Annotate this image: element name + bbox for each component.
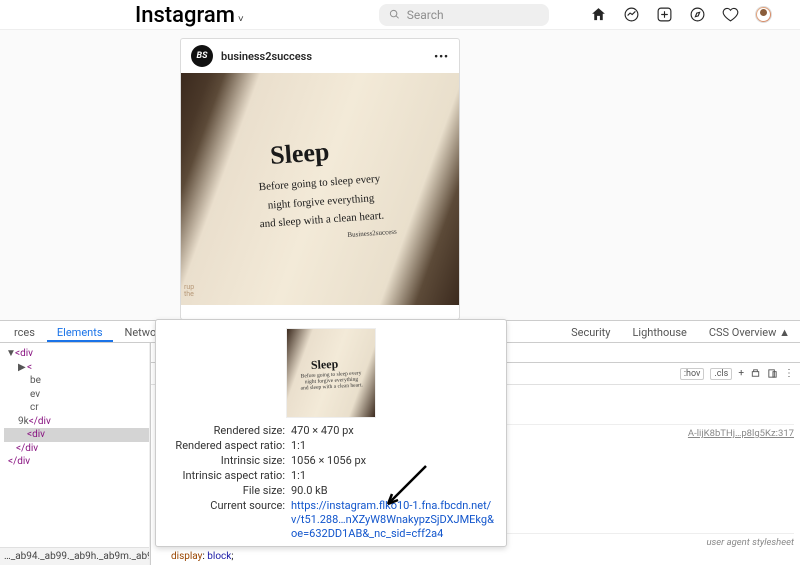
- image-edge-text: rupthe: [184, 284, 194, 299]
- tooltip-value: 1:1: [291, 469, 496, 482]
- new-style-icon[interactable]: +: [738, 368, 744, 379]
- tooltip-label: Rendered size:: [166, 424, 291, 437]
- tooltip-value: 90.0 kB: [291, 484, 496, 497]
- expand-icon[interactable]: ⋮: [784, 368, 794, 379]
- tooltip-label: Rendered aspect ratio:: [166, 439, 291, 452]
- post-card: BS business2success ••• Sleep Before goi…: [180, 38, 460, 320]
- image-text-credit: Business2success: [347, 228, 397, 239]
- device-icon[interactable]: [767, 368, 778, 379]
- tooltip-label: Intrinsic size:: [166, 454, 291, 467]
- tab-css-overview[interactable]: CSS Overview ▲: [699, 323, 800, 342]
- tab-elements[interactable]: Elements: [47, 323, 113, 342]
- tooltip-label: File size:: [166, 484, 291, 497]
- tooltip-label: Current source:: [166, 499, 291, 540]
- chevron-down-icon[interactable]: ˅: [238, 14, 244, 25]
- tab-sources[interactable]: rces: [4, 323, 45, 342]
- dom-selected-node[interactable]: <div: [4, 428, 149, 442]
- print-media-icon[interactable]: [750, 368, 761, 379]
- search-placeholder: Search: [407, 8, 444, 22]
- post-image[interactable]: Sleep Before going to sleep every night …: [181, 73, 459, 305]
- messenger-icon[interactable]: [623, 6, 640, 23]
- post-header: BS business2success •••: [181, 39, 459, 73]
- user-agent-label: user agent stylesheet: [706, 536, 794, 550]
- profile-avatar[interactable]: [755, 6, 772, 23]
- search-icon: [389, 9, 400, 20]
- source-link[interactable]: A-lijK8bTHj…p8lg5Kz:317: [688, 428, 794, 439]
- tooltip-value: 1:1: [291, 439, 496, 452]
- hov-toggle[interactable]: :hov: [680, 368, 705, 380]
- activity-icon[interactable]: [722, 6, 739, 23]
- nav-icons: [590, 6, 772, 23]
- dom-tree[interactable]: ▼<div ▶< be ev cr 9k</div <div </div </d…: [0, 343, 150, 565]
- post-avatar[interactable]: BS: [191, 45, 213, 67]
- explore-icon[interactable]: [689, 6, 706, 23]
- tooltip-label: Intrinsic aspect ratio:: [166, 469, 291, 482]
- instagram-topbar: Instagram˅ Search: [0, 0, 800, 30]
- new-post-icon[interactable]: [656, 6, 673, 23]
- image-inspector-tooltip: Sleep Before going to sleep every night …: [155, 319, 507, 547]
- search-input[interactable]: Search: [379, 4, 549, 26]
- tab-lighthouse[interactable]: Lighthouse: [623, 323, 697, 342]
- tooltip-value: 1056 × 1056 px: [291, 454, 496, 467]
- feed-area: BS business2success ••• Sleep Before goi…: [0, 30, 800, 320]
- image-text-title: Sleep: [270, 137, 331, 171]
- tooltip-thumbnail: Sleep Before going to sleep every night …: [286, 328, 376, 418]
- tooltip-value: 470 × 470 px: [291, 424, 496, 437]
- home-icon[interactable]: [590, 6, 607, 23]
- dom-breadcrumb[interactable]: …_ab94._ab99._ab9h._ab9m._ab9p…: [0, 547, 149, 565]
- post-username[interactable]: business2success: [221, 50, 312, 63]
- cls-toggle[interactable]: .cls: [710, 368, 732, 380]
- tooltip-source-url[interactable]: https://instagram.flko10-1.fna.fbcdn.net…: [291, 499, 496, 540]
- tab-security[interactable]: Security: [561, 323, 620, 342]
- instagram-logo[interactable]: Instagram˅: [135, 2, 244, 28]
- more-icon[interactable]: •••: [434, 50, 449, 63]
